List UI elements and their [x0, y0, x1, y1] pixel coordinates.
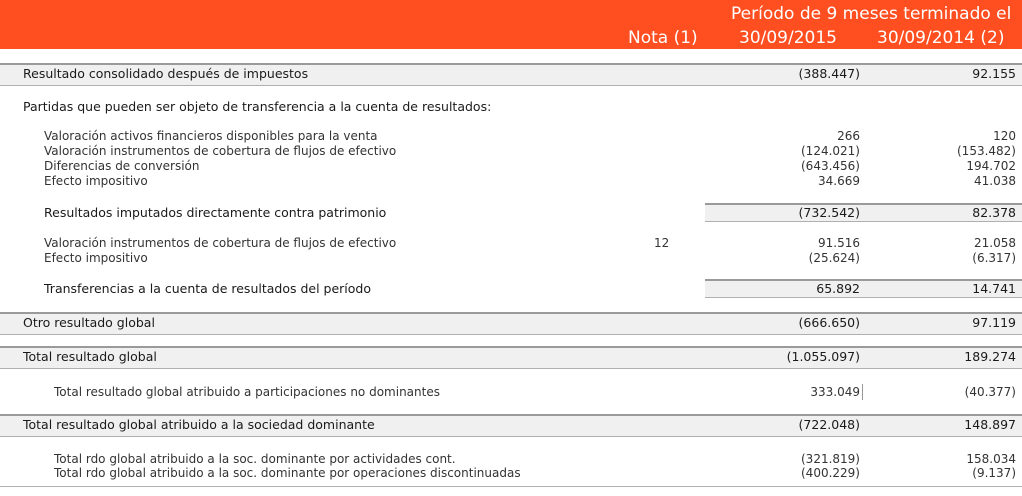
col-2015-header: 30/09/2015 — [739, 28, 837, 48]
row-label: Resultado consolidado después de impuest… — [23, 66, 309, 81]
value-2015: 34.669 — [818, 174, 860, 188]
value-2015: (400.229) — [801, 466, 860, 480]
value-2015: (643.456) — [801, 159, 860, 173]
value-2014: 148.897 — [964, 417, 1016, 432]
value-2014: 120 — [993, 129, 1016, 143]
bottom-rule — [0, 486, 1022, 487]
value-2014: 14.741 — [972, 281, 1016, 296]
value-2015: (722.048) — [798, 417, 860, 432]
value-2014: 92.155 — [972, 66, 1016, 81]
table-header: Período de 9 meses terminado el Nota (1)… — [0, 0, 1022, 49]
value-2015: (666.650) — [798, 315, 860, 330]
row-label: Total rdo global atribuido a la soc. dom… — [54, 466, 521, 480]
row-label: Total resultado global atribuido a la so… — [23, 417, 375, 432]
value-2015: (25.624) — [808, 251, 860, 265]
value-2015: (124.021) — [801, 144, 860, 158]
section-title: Partidas que pueden ser objeto de transf… — [23, 99, 492, 114]
row-label: Valoración instrumentos de cobertura de … — [44, 236, 397, 250]
value-2014: 82.378 — [972, 205, 1016, 220]
value-2015: (732.542) — [798, 205, 860, 220]
value-2014: 21.058 — [974, 236, 1016, 250]
row-label: Total resultado global — [23, 349, 157, 364]
row-label: Diferencias de conversión — [44, 159, 200, 173]
value-2015: (388.447) — [798, 66, 860, 81]
value-2015: 65.892 — [816, 281, 860, 296]
value-2015: (321.819) — [801, 452, 860, 466]
value-2014: (9.137) — [972, 466, 1016, 480]
value-2014: (153.482) — [957, 144, 1016, 158]
nota-value: 12 — [654, 236, 670, 250]
row-label: Resultados imputados directamente contra… — [44, 205, 387, 220]
nota-column-header: Nota (1) — [628, 28, 698, 48]
col-2014-header: 30/09/2014 (2) — [877, 28, 1005, 48]
row-label: Transferencias a la cuenta de resultados… — [44, 281, 372, 296]
row-label: Efecto impositivo — [44, 251, 148, 265]
value-2015: 266 — [837, 129, 860, 143]
column-divider — [862, 384, 863, 400]
row-label: Valoración activos financieros disponibl… — [44, 129, 378, 143]
value-2014: (40.377) — [964, 385, 1016, 399]
value-2015: 333.049 — [810, 385, 860, 399]
value-2014: 41.038 — [974, 174, 1016, 188]
row-label: Efecto impositivo — [44, 174, 148, 188]
row-label: Valoración instrumentos de cobertura de … — [44, 144, 397, 158]
value-2015: 91.516 — [818, 236, 860, 250]
value-2014: 158.034 — [966, 452, 1016, 466]
value-2014: 189.274 — [964, 349, 1016, 364]
row-label: Total resultado global atribuido a parti… — [54, 385, 440, 399]
value-2015: (1.055.097) — [786, 349, 860, 364]
value-2014: 194.702 — [966, 159, 1016, 173]
row-label: Otro resultado global — [23, 315, 155, 330]
period-title: Período de 9 meses terminado el — [731, 4, 1012, 24]
value-2014: (6.317) — [972, 251, 1016, 265]
value-2014: 97.119 — [972, 315, 1016, 330]
row-label: Total rdo global atribuido a la soc. dom… — [54, 452, 456, 466]
